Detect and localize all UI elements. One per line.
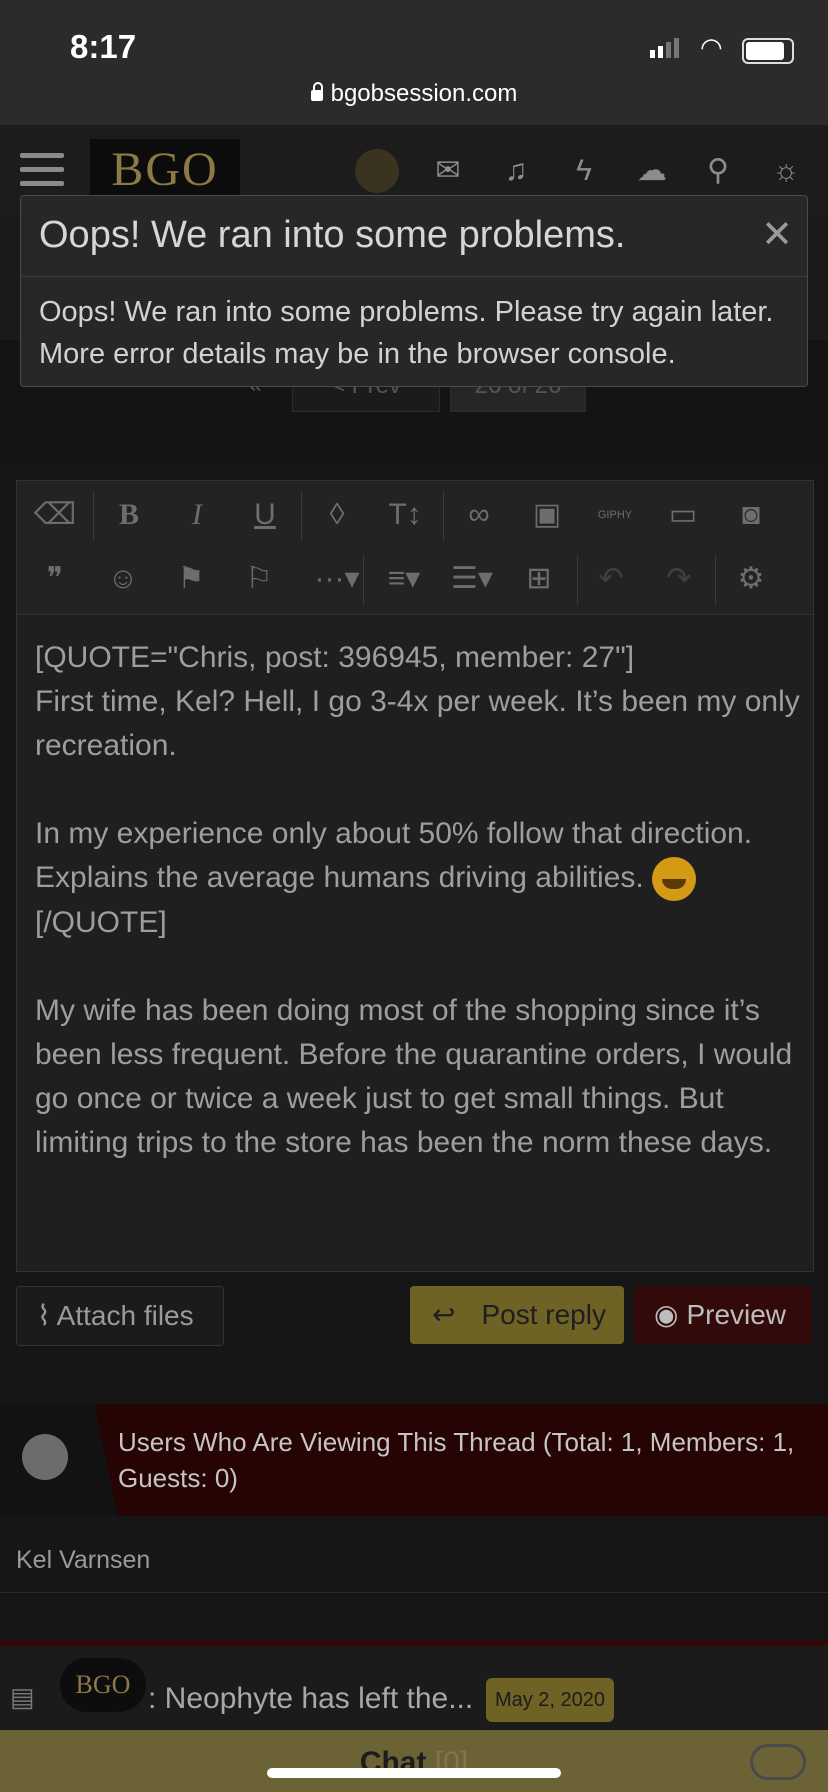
checkered-flag-icon[interactable]: ⚐ xyxy=(231,551,287,607)
bell-icon[interactable]: ♫ xyxy=(496,151,536,191)
lock-icon xyxy=(310,82,323,101)
divider xyxy=(301,491,302,541)
chat-footer[interactable]: Chat [0] xyxy=(0,1730,828,1792)
chat-icon[interactable]: ▤ xyxy=(10,1682,40,1712)
error-title: Oops! We ran into some problems. xyxy=(39,214,626,256)
chat-logo: BGO xyxy=(60,1658,146,1712)
preview-button[interactable]: ◉ Preview xyxy=(634,1286,812,1344)
flag-icon[interactable]: ⚑ xyxy=(163,551,219,607)
battery-icon xyxy=(742,38,794,64)
url-text: bgobsession.com xyxy=(330,80,518,107)
attach-files-label: Attach files xyxy=(56,1300,194,1331)
divider xyxy=(21,276,807,277)
chat-date-badge: May 2, 2020 xyxy=(486,1678,614,1722)
reply-arrow-icon: ↩ xyxy=(432,1299,456,1330)
signal-icon xyxy=(650,38,679,63)
reply-editor[interactable]: ⌫ B I U ◊ T↕ ∞ ▣ GIPHY ▭ ◙ ❞ ☺ ⚑ ⚐ ···▾ … xyxy=(16,480,814,1272)
editor-toolbar: ⌫ B I U ◊ T↕ ∞ ▣ GIPHY ▭ ◙ ❞ ☺ ⚑ ⚐ ···▾ … xyxy=(17,481,813,615)
quote-icon[interactable]: ❞ xyxy=(27,551,83,607)
url-bar[interactable]: bgobsession.com xyxy=(0,80,828,108)
underline-icon[interactable]: U xyxy=(237,487,293,543)
bold-icon[interactable]: B xyxy=(101,487,157,543)
football-icon xyxy=(0,1404,118,1516)
undo-icon[interactable]: ↶ xyxy=(583,551,639,607)
settings-icon[interactable]: ⚙ xyxy=(723,551,779,607)
giphy-icon[interactable]: GIPHY xyxy=(587,487,643,543)
home-indicator[interactable] xyxy=(267,1768,561,1778)
error-popup: Oops! We ran into some problems. ✕ Oops!… xyxy=(20,195,808,387)
chat-toggle[interactable] xyxy=(750,1744,806,1780)
chat-bar: ▤ BGO : Neophyte has left the... May 2, … xyxy=(0,1640,828,1730)
chat-bubbles-icon[interactable]: ☁ xyxy=(632,151,672,191)
video-icon[interactable]: ▭ xyxy=(655,487,711,543)
eye-icon: ◉ xyxy=(654,1299,679,1330)
clock: 8:17 xyxy=(70,28,137,65)
text-size-icon[interactable]: T↕ xyxy=(377,487,433,543)
link-icon[interactable]: ∞ xyxy=(451,487,507,543)
lightbulb-icon[interactable]: ☼ xyxy=(766,151,806,191)
search-icon[interactable]: ⚲ xyxy=(698,151,738,191)
divider xyxy=(715,555,716,605)
divider xyxy=(443,491,444,541)
viewer-member-link[interactable]: Kel Varnsen xyxy=(16,1546,150,1575)
lightning-icon[interactable]: ϟ xyxy=(564,151,604,191)
align-icon[interactable]: ≡▾ xyxy=(371,551,437,607)
rofl-emoji-icon xyxy=(652,857,697,902)
wifi-icon: ◠ xyxy=(700,32,723,62)
eraser-icon[interactable]: ⌫ xyxy=(27,487,83,543)
error-message: Oops! We ran into some problems. Please … xyxy=(39,296,774,370)
divider xyxy=(577,555,578,605)
paperclip-icon: ⌇ xyxy=(37,1300,51,1331)
divider xyxy=(0,1592,828,1593)
status-bar: 8:17 ◠ bgobsession.com xyxy=(0,0,828,125)
list-icon[interactable]: ☰▾ xyxy=(439,551,505,607)
close-icon[interactable]: ✕ xyxy=(761,212,793,257)
attach-files-button[interactable]: ⌇ Attach files xyxy=(16,1286,224,1346)
image-icon[interactable]: ▣ xyxy=(519,487,575,543)
editor-content[interactable]: [QUOTE="Chris, post: 396945, member: 27"… xyxy=(35,636,805,1165)
site-logo[interactable]: BGO xyxy=(90,139,240,201)
post-reply-label: Post reply xyxy=(481,1299,606,1330)
users-viewing-panel: Users Who Are Viewing This Thread (Total… xyxy=(0,1404,828,1516)
chat-message[interactable]: : Neophyte has left the... xyxy=(148,1682,473,1716)
divider xyxy=(93,491,94,541)
users-viewing-text: Users Who Are Viewing This Thread (Total… xyxy=(118,1427,795,1493)
redo-icon[interactable]: ↷ xyxy=(651,551,707,607)
italic-icon[interactable]: I xyxy=(169,487,225,543)
preview-label: Preview xyxy=(686,1299,787,1330)
editor-text-quote: [QUOTE="Chris, post: 396945, member: 27"… xyxy=(35,641,800,894)
avatar[interactable] xyxy=(355,149,399,193)
smilie-icon[interactable]: ☺ xyxy=(95,551,151,607)
editor-text-body: [/QUOTE] My wife has been doing most of … xyxy=(35,906,793,1160)
mail-icon[interactable]: ✉ xyxy=(428,151,468,191)
post-reply-button[interactable]: ↩ Post reply xyxy=(410,1286,624,1344)
divider xyxy=(0,1640,828,1646)
menu-icon[interactable] xyxy=(20,153,64,187)
color-icon[interactable]: ◊ xyxy=(309,487,365,543)
table-icon[interactable]: ⊞ xyxy=(511,551,567,607)
divider xyxy=(363,555,364,605)
camera-icon[interactable]: ◙ xyxy=(723,487,779,543)
giphy-label: GIPHY xyxy=(597,509,633,521)
